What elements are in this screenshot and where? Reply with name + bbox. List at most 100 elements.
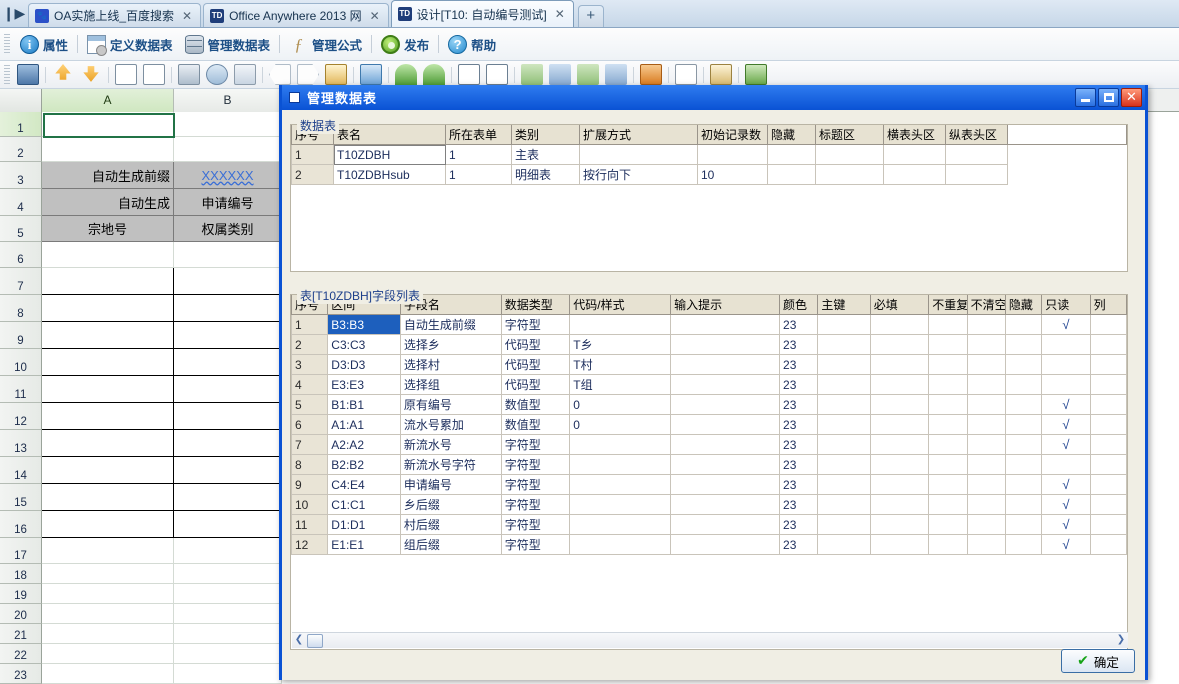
cell-不清空-3[interactable]: [966, 354, 1006, 375]
cell-序号-2[interactable]: 2: [290, 334, 329, 355]
table-row[interactable]: 1 B3:B3 自动生成前缀 字符型 23 √: [290, 314, 1128, 335]
fieldlist-grid[interactable]: 序号 区间 字段名 数据类型 代码/样式 输入提示 颜色 主键 必填 不重复 不清空 隐藏 只读列 1B…: [290, 295, 1128, 555]
cell-隐藏-1[interactable]: [1004, 314, 1043, 335]
cell-必填-1[interactable]: [869, 314, 930, 335]
cell-标题区-1[interactable]: [815, 144, 884, 165]
row-header-22[interactable]: 22: [0, 644, 42, 664]
cell-区间-4[interactable]: E3:E3: [327, 374, 401, 395]
cell-数据类型-10[interactable]: 字符型: [500, 494, 571, 515]
cell-B11[interactable]: [174, 376, 282, 403]
column-header-只读[interactable]: 只读: [1041, 295, 1091, 315]
cell-类别-2[interactable]: 明细表: [511, 164, 580, 185]
toolbar-publish-button[interactable]: 发布: [375, 31, 435, 57]
close-button[interactable]: ✕: [1121, 88, 1142, 107]
cell-必填-11[interactable]: [869, 514, 930, 535]
cell-不清空-5[interactable]: [966, 394, 1006, 415]
table-row[interactable]: 7 A2:A2 新流水号 字符型 23 √: [290, 434, 1128, 455]
cell-只读-7[interactable]: √: [1041, 434, 1091, 455]
toolbar-grip[interactable]: [4, 34, 10, 54]
cell-必填-6[interactable]: [869, 414, 930, 435]
cell-类别-1[interactable]: 主表: [511, 144, 580, 165]
undo-icon[interactable]: [395, 64, 417, 85]
cell-不清空-9[interactable]: [966, 474, 1006, 495]
cell-隐藏-2[interactable]: [767, 164, 816, 185]
cell-必填-10[interactable]: [869, 494, 930, 515]
table-row[interactable]: 6 A1:A1 流水号累加 数值型 0 23 √: [290, 414, 1128, 435]
cell-A13[interactable]: [42, 430, 174, 457]
cell-颜色-10[interactable]: 23: [779, 494, 819, 515]
cell-隐藏-12[interactable]: [1004, 534, 1043, 555]
datatable-body[interactable]: 1 T10ZDBH 1 主表 2 T10ZDBHsub 1 明细表 按行向下 10: [291, 144, 1127, 185]
cell-初始记录数-1[interactable]: [697, 144, 768, 165]
column-header-列[interactable]: 列: [1089, 295, 1128, 315]
table-row[interactable]: 4 E3:E3 选择组 代码型 T组 23: [290, 374, 1128, 395]
cell-区间-2[interactable]: C3:C3: [327, 334, 401, 355]
merge-cells-icon[interactable]: [605, 64, 627, 85]
cell-A8[interactable]: [42, 295, 174, 322]
cell-主键-12[interactable]: [817, 534, 871, 555]
cell-数据类型-4[interactable]: 代码型: [500, 374, 571, 395]
cell-B4[interactable]: 申请编号: [174, 189, 282, 216]
cell-不清空-6[interactable]: [966, 414, 1006, 435]
cell-区间-3[interactable]: D3:D3: [327, 354, 401, 375]
row-header-16[interactable]: 16: [0, 511, 42, 538]
column-header-不重复[interactable]: 不重复: [928, 295, 968, 315]
cell-颜色-2[interactable]: 23: [779, 334, 819, 355]
row-header-21[interactable]: 21: [0, 624, 42, 644]
cell-序号-7[interactable]: 7: [290, 434, 329, 455]
toolbar-manage-formula-button[interactable]: ƒ 管理公式: [283, 31, 368, 57]
cell-列-4[interactable]: [1089, 374, 1128, 395]
cell-不清空-10[interactable]: [966, 494, 1006, 515]
row-header-19[interactable]: 19: [0, 584, 42, 604]
cell-列-9[interactable]: [1089, 474, 1128, 495]
cell-字段名-12[interactable]: 组后缀: [399, 534, 502, 555]
row-header-13[interactable]: 13: [0, 430, 42, 457]
cell-主键-2[interactable]: [817, 334, 871, 355]
cell-A16[interactable]: [42, 511, 174, 538]
cell-B10[interactable]: [174, 349, 282, 376]
cell-扩展方式-2[interactable]: 按行向下: [579, 164, 698, 185]
cell-输入提示-1[interactable]: [670, 314, 781, 335]
cell-数据类型-3[interactable]: 代码型: [500, 354, 571, 375]
page-delete-icon[interactable]: [143, 64, 165, 85]
row-header-7[interactable]: 7: [0, 268, 42, 295]
fieldlist-body[interactable]: 1 B3:B3 自动生成前缀 字符型 23 √ 2 C3:C3 选择乡 代码型 T乡 23 3 D3:D3…: [290, 314, 1128, 555]
redo-icon[interactable]: [423, 64, 445, 85]
cell-只读-4[interactable]: [1041, 374, 1091, 395]
cell-序号-1[interactable]: 1: [291, 144, 334, 165]
cell-区间-11[interactable]: D1:D1: [327, 514, 401, 535]
column-header-标题区[interactable]: 标题区: [815, 125, 884, 145]
cell-序号-12[interactable]: 12: [290, 534, 329, 555]
table-row[interactable]: 12 E1:E1 组后缀 字符型 23 √: [290, 534, 1128, 555]
cell-不重复-4[interactable]: [928, 374, 968, 395]
cell-A23[interactable]: [42, 664, 174, 684]
column-header-输入提示[interactable]: 输入提示: [670, 295, 781, 315]
column-header-不清空[interactable]: 不清空: [966, 295, 1006, 315]
cell-代码/样式-7[interactable]: [569, 434, 672, 455]
cell-颜色-6[interactable]: 23: [779, 414, 819, 435]
cell-数据类型-8[interactable]: 字符型: [500, 454, 571, 475]
cell-主键-1[interactable]: [817, 314, 871, 335]
cell-输入提示-7[interactable]: [670, 434, 781, 455]
cell-B21[interactable]: [174, 624, 282, 644]
browser-tab-1-close-icon[interactable]: ✕: [182, 9, 192, 23]
cell-颜色-12[interactable]: 23: [779, 534, 819, 555]
row-header-11[interactable]: 11: [0, 376, 42, 403]
select-all-corner[interactable]: [0, 89, 42, 112]
row-header-8[interactable]: 8: [0, 295, 42, 322]
row-header-3[interactable]: 3: [0, 162, 42, 189]
cell-B18[interactable]: [174, 564, 282, 584]
cell-扩展方式-1[interactable]: [579, 144, 698, 165]
scroll-left-button[interactable]: ❮: [292, 633, 306, 648]
row-header-6[interactable]: 6: [0, 242, 42, 268]
row-header-17[interactable]: 17: [0, 538, 42, 564]
cell-只读-2[interactable]: [1041, 334, 1091, 355]
cell-字段名-2[interactable]: 选择乡: [399, 334, 502, 355]
browser-tab-2-close-icon[interactable]: ✕: [370, 9, 380, 23]
cell-主键-9[interactable]: [817, 474, 871, 495]
cell-列-2[interactable]: [1089, 334, 1128, 355]
cell-B19[interactable]: [174, 584, 282, 604]
row-header-9[interactable]: 9: [0, 322, 42, 349]
tag-left-icon[interactable]: [269, 64, 291, 85]
cell-字段名-4[interactable]: 选择组: [399, 374, 502, 395]
